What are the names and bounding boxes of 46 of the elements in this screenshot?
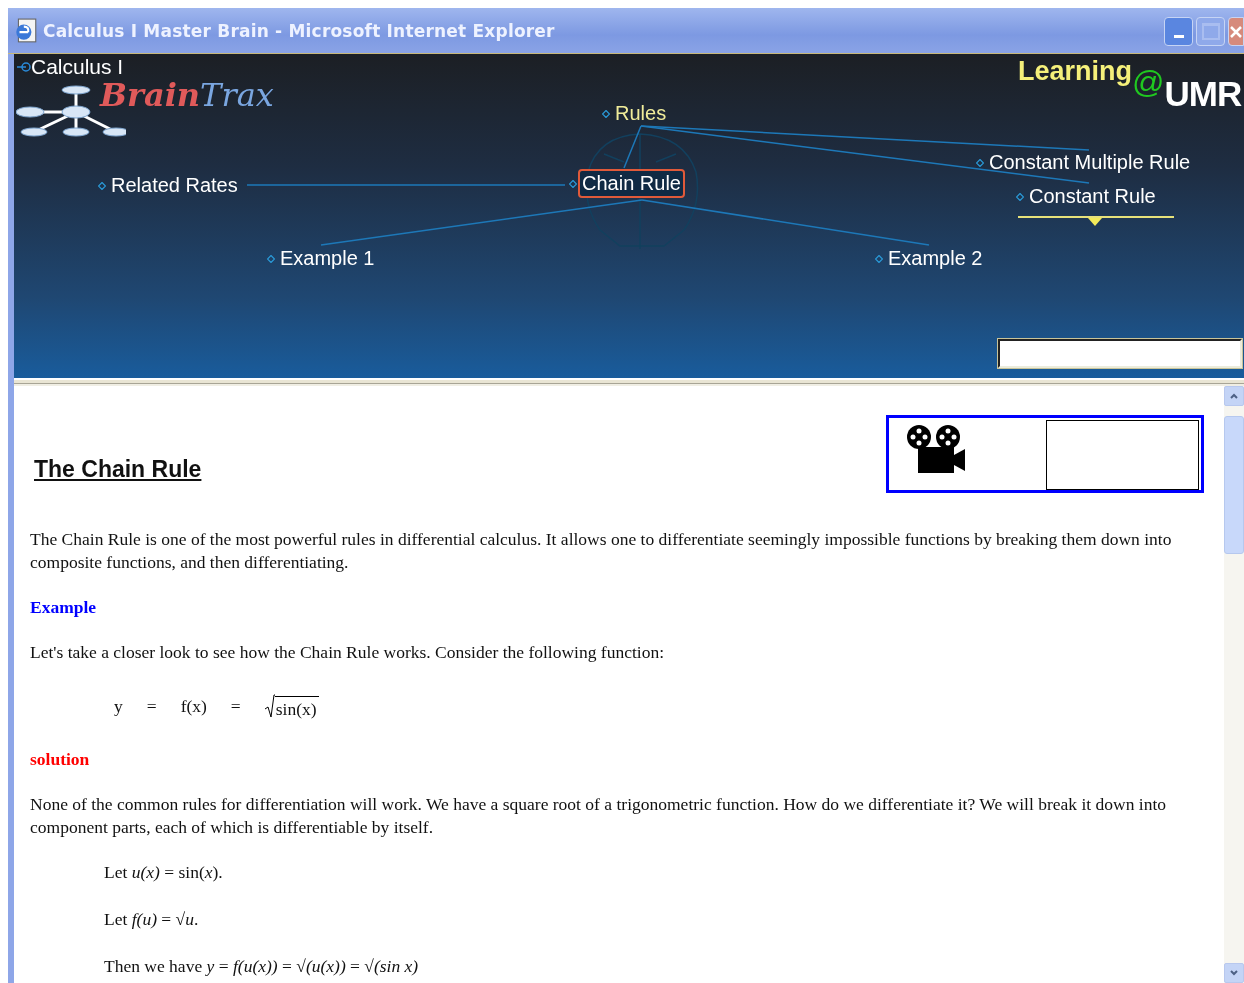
map-node[interactable]: Related Rates xyxy=(107,171,242,200)
logo-text: BrainTrax xyxy=(100,76,274,114)
triangle-icon xyxy=(1088,218,1102,226)
map-node[interactable]: Chain Rule xyxy=(578,169,685,198)
equation-term: f(x) xyxy=(180,695,207,717)
search-field[interactable] xyxy=(998,339,1242,368)
square-root: sin(x) xyxy=(264,692,319,720)
browser-icon xyxy=(14,17,38,44)
root-node[interactable]: Calculus I xyxy=(31,55,124,79)
paragraph: None of the common rules for differentiation will work. We have a square root of a trigonometric function. How do we differentiate it? We will break it down into component parts, each of which is differentiable by itself. xyxy=(30,793,1167,839)
map-node[interactable]: Constant Rule xyxy=(1025,182,1160,211)
radical-sign-icon xyxy=(264,692,275,720)
section-label: Example xyxy=(30,596,98,619)
node-handle-icon xyxy=(976,158,984,167)
window-title: Calculus I Master Brain - Microsoft Internet Explorer xyxy=(43,20,556,41)
equation-term: = xyxy=(146,695,157,717)
node-handle-icon xyxy=(569,179,577,188)
math-step: Let f(u) = √u. xyxy=(104,908,1204,931)
equation-term: = xyxy=(230,695,241,717)
paragraph: Let's take a closer look to see how the Chain Rule works. Consider the following function: xyxy=(30,641,665,664)
node-handle-icon xyxy=(602,109,610,118)
section-label: solution xyxy=(30,748,91,771)
node-handle-icon xyxy=(1016,192,1024,201)
movie-camera-icon xyxy=(904,423,966,475)
map-node[interactable]: Rules xyxy=(611,99,671,128)
close-button[interactable] xyxy=(1228,17,1244,46)
scroll-thumb[interactable] xyxy=(1224,416,1244,554)
equation-term: y xyxy=(114,695,123,717)
node-handle-icon xyxy=(98,181,106,190)
scroll-up-button[interactable] xyxy=(1224,386,1244,406)
arrow-up-icon xyxy=(1229,391,1239,401)
math-step: Let u(x) = sin(x). xyxy=(104,861,1204,884)
map-node[interactable]: Example 2 xyxy=(884,244,987,273)
scroll-down-button[interactable] xyxy=(1224,963,1244,983)
map-node[interactable]: Example 1 xyxy=(276,244,379,273)
paragraph: The Chain Rule is one of the most powerful rules in differential calculus. It allows one to differentiate seemingly impossible functions by breaking them down into composite functions, and then differentiating. xyxy=(30,528,1173,574)
page-heading: The Chain Rule xyxy=(34,456,202,483)
close-icon xyxy=(1229,24,1243,39)
math-step: Then we have y = f(u(x)) = √(u(x)) = √(sin x) xyxy=(104,955,1204,978)
node-handle-icon xyxy=(875,254,883,263)
scrollbar[interactable] xyxy=(1224,386,1244,983)
node-handle-icon xyxy=(267,254,275,263)
map-node[interactable]: Constant Multiple Rule xyxy=(985,148,1195,177)
node-handle-icon xyxy=(17,62,31,72)
arrow-down-icon xyxy=(1229,968,1239,978)
minimize-button[interactable] xyxy=(1164,17,1193,46)
